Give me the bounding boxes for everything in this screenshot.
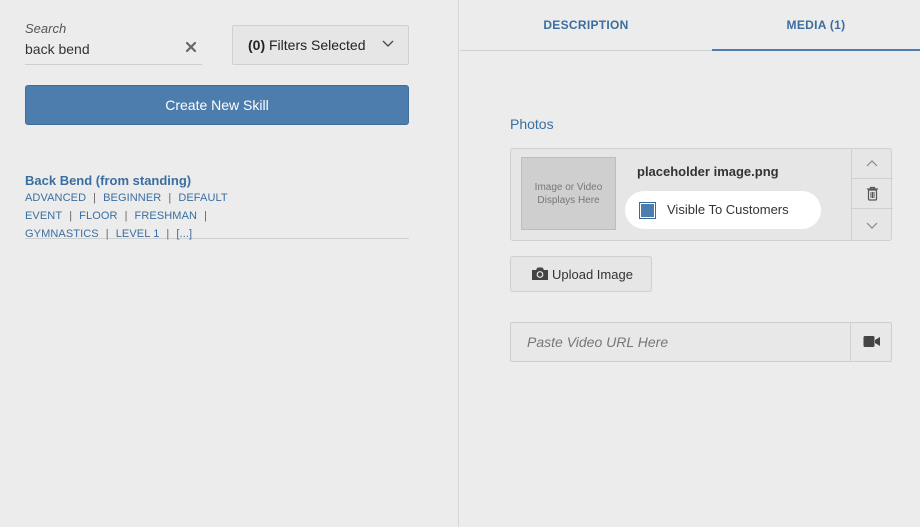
tag: LEVEL 1 — [115, 228, 160, 240]
trash-icon — [867, 186, 878, 201]
visible-label: Visible To Customers — [667, 202, 789, 217]
skills-panel: Search (0) Filters Selected Create New S… — [0, 0, 459, 527]
chevron-down-icon — [866, 222, 878, 229]
search-box: Search — [25, 18, 202, 65]
chevron-up-icon — [866, 160, 878, 167]
tag: FRESHMAN — [134, 210, 198, 222]
detail-tabs: DESCRIPTION MEDIA (1) — [460, 0, 920, 51]
filters-count: (0) — [248, 37, 266, 53]
visible-to-customers-toggle[interactable]: Visible To Customers — [625, 191, 821, 229]
tag: FLOOR — [79, 210, 118, 222]
move-down-button[interactable] — [852, 209, 893, 240]
chevron-down-icon — [382, 40, 394, 47]
tab-description[interactable]: DESCRIPTION — [460, 0, 712, 50]
photo-thumbnail: Image or Video Displays Here — [521, 157, 616, 230]
visible-checkbox[interactable] — [639, 202, 656, 219]
photo-item: Image or Video Displays Here placeholder… — [510, 148, 893, 241]
search-label: Search — [25, 21, 67, 36]
clear-search-icon[interactable] — [184, 40, 198, 54]
photo-controls — [851, 149, 893, 240]
tag: ADVANCED — [25, 192, 87, 204]
skill-list-item[interactable]: Back Bend (from standing) ADVANCED | BEGIN… — [25, 172, 409, 240]
skill-title[interactable]: Back Bend (from standing) — [25, 173, 191, 188]
tag: GYMNASTICS — [25, 228, 99, 240]
skill-tags: ADVANCED | BEGINNER | DEFAULT EVENT | FLOOR | FR… — [25, 192, 228, 240]
tab-media[interactable]: MEDIA (1) — [712, 0, 920, 51]
video-url-input[interactable] — [511, 323, 851, 361]
search-input[interactable] — [25, 40, 175, 58]
video-url-row — [510, 322, 892, 362]
video-camera-icon[interactable] — [863, 335, 881, 348]
photo-filename: placeholder image.png — [637, 164, 779, 179]
create-new-skill-button[interactable]: Create New Skill — [25, 85, 409, 125]
upload-image-label: Upload Image — [552, 267, 633, 282]
upload-image-button[interactable]: Upload Image — [510, 256, 652, 292]
photos-heading: Photos — [510, 116, 554, 132]
delete-photo-button[interactable] — [852, 179, 893, 209]
more-tags-link[interactable]: [...] — [176, 228, 192, 240]
filters-label: Filters Selected — [269, 37, 366, 53]
skill-detail-panel: DESCRIPTION MEDIA (1) Photos Image or Vi… — [460, 0, 920, 527]
filters-dropdown[interactable]: (0) Filters Selected — [232, 25, 409, 65]
camera-icon — [532, 267, 548, 280]
tag: BEGINNER — [103, 192, 162, 204]
move-up-button[interactable] — [852, 149, 893, 179]
